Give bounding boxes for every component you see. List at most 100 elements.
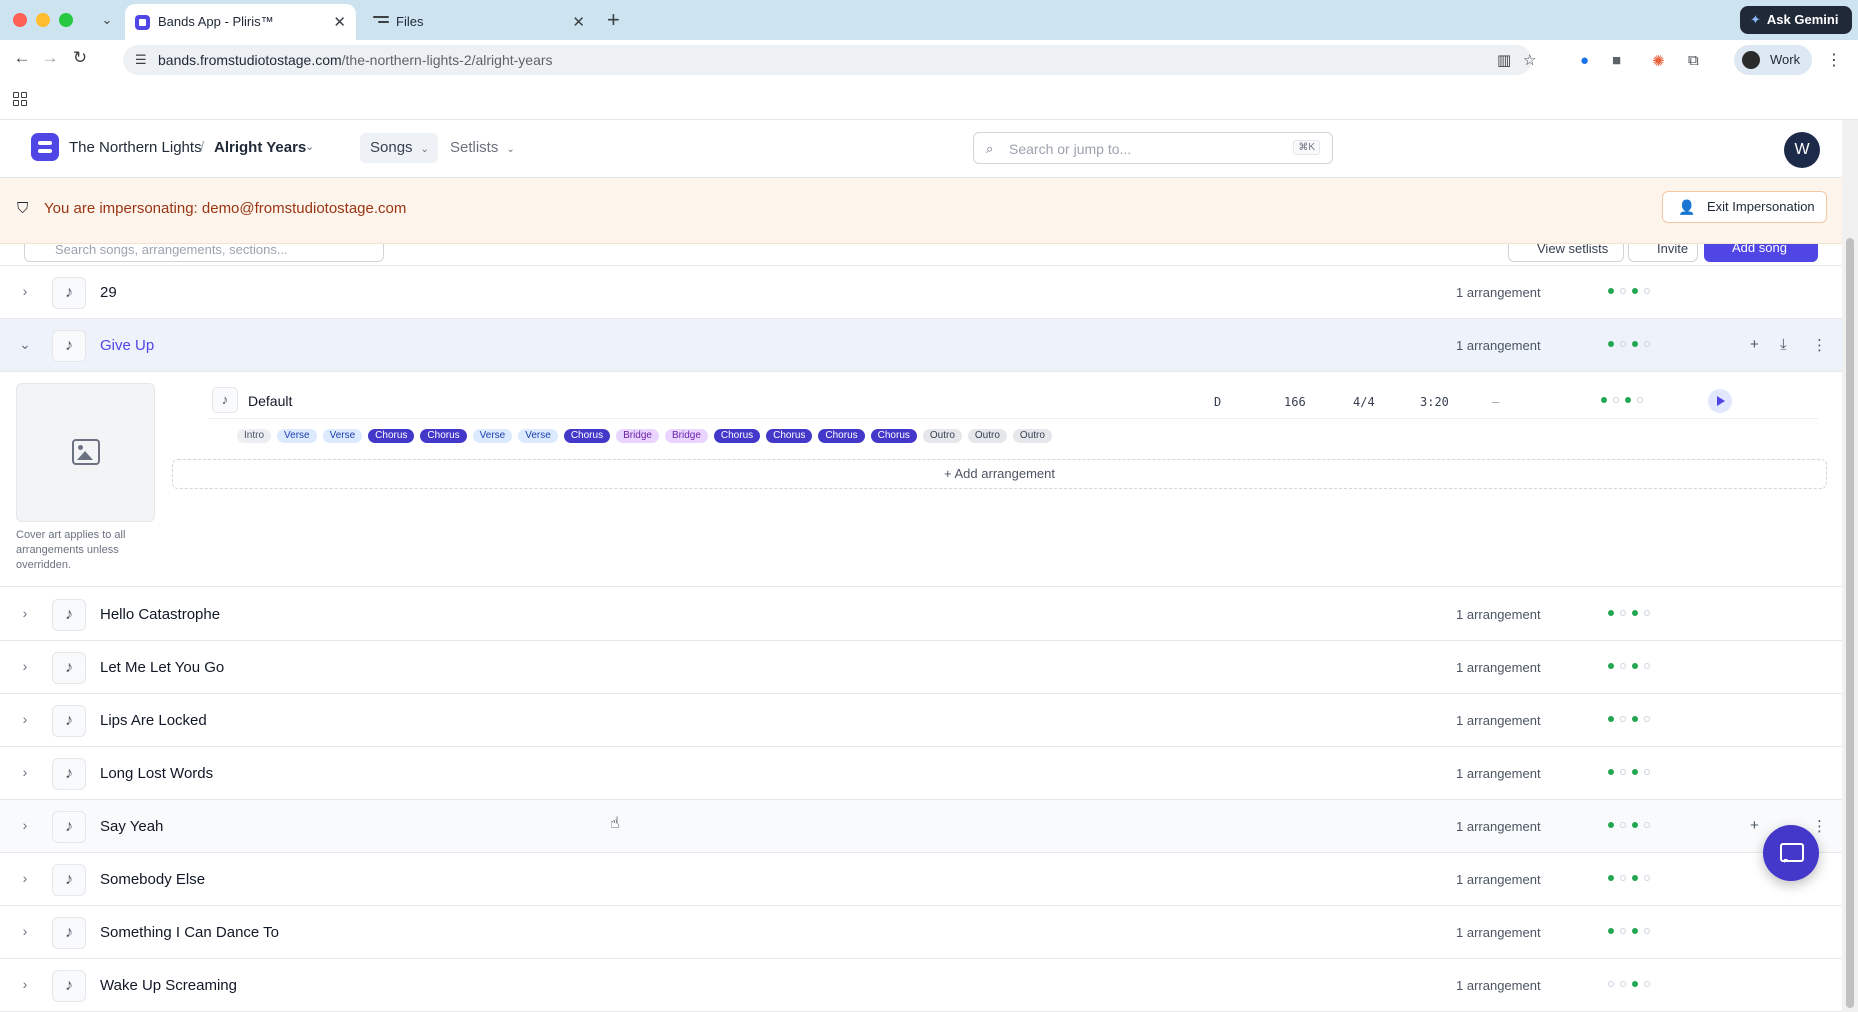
section-chip-outro[interactable]: Outro [922,429,962,443]
browser-tab-files[interactable]: Files ✕ [363,4,595,40]
nav-setlists[interactable]: Setlists ⌄ [440,133,520,163]
song-row[interactable]: › ♪ Say Yeah 1 arrangement + ⋮ [0,800,1842,853]
section-chip-chorus[interactable]: Chorus [766,429,813,443]
section-chip-verse[interactable]: Verse [518,429,558,443]
close-tab-icon[interactable]: ✕ [333,13,346,31]
new-tab-plus-icon[interactable]: + [607,7,620,33]
add-arrangement-button[interactable]: + Add arrangement [172,459,1827,489]
song-row[interactable]: › ♪ Somebody Else 1 arrangement [0,853,1842,906]
section-chip-verse[interactable]: Verse [322,429,363,443]
section-chip-outro[interactable]: Outro [1012,429,1052,443]
claude-extension-icon[interactable]: ✺ [1652,52,1665,70]
profile-chip[interactable]: Work [1734,45,1812,75]
tab-search-chevron-icon[interactable]: ⌄ [97,9,117,31]
reading-mode-icon[interactable]: ▥ [1497,51,1511,69]
song-title[interactable]: Somebody Else [100,871,205,888]
close-tab-icon[interactable]: ✕ [572,13,585,31]
chevron-right-icon[interactable]: › [17,976,33,992]
camera-extension-icon[interactable]: ■ [1612,52,1621,69]
download-icon[interactable]: ⤓ [1780,336,1787,353]
more-vertical-icon[interactable]: ⋮ [1812,817,1827,835]
status-dot-complete [1608,822,1614,828]
add-icon[interactable]: + [1750,817,1759,834]
song-title[interactable]: Lips Are Locked [100,712,207,729]
song-row[interactable]: › ♪ Lips Are Locked 1 arrangement [0,694,1842,747]
section-chip-verse[interactable]: Verse [472,429,513,443]
user-avatar[interactable]: W [1784,132,1820,168]
add-icon[interactable]: + [1750,336,1759,353]
chevron-right-icon[interactable]: › [17,764,33,780]
cover-art-dropzone[interactable] [16,383,155,522]
song-row[interactable]: › ♪ 29 1 arrangement [0,266,1842,319]
breadcrumb-band[interactable]: The Northern Lights [69,139,202,156]
app-logo-icon[interactable] [31,133,59,161]
song-title[interactable]: Long Lost Words [100,765,213,782]
chevron-right-icon[interactable]: › [17,817,33,833]
song-title[interactable]: Give Up [100,337,154,354]
song-title[interactable]: Say Yeah [100,818,163,835]
song-row-expanded[interactable]: ⌄ ♪ Give Up 1 arrangement + ⤓ ⋮ [0,319,1842,372]
section-chip-chorus[interactable]: Chorus [870,429,917,443]
exit-impersonation-button[interactable]: 👤 Exit Impersonation [1662,191,1827,223]
close-window-button[interactable] [13,13,27,27]
section-chip-verse[interactable]: Verse [277,429,317,443]
song-title[interactable]: Let Me Let You Go [100,659,224,676]
section-chip-chorus[interactable]: Chorus [563,429,611,443]
site-settings-icon[interactable]: ☰ [135,52,147,68]
view-setlists-button[interactable]: View setlists [1508,244,1624,262]
global-search-input[interactable]: ⌕ Search or jump to... ⌘K [973,132,1333,164]
chevron-right-icon[interactable]: › [17,923,33,939]
song-title[interactable]: 29 [100,284,117,301]
minimize-window-button[interactable] [36,13,50,27]
play-button[interactable] [1708,389,1732,413]
reload-icon[interactable]: ↻ [68,48,92,68]
page-scrollbar[interactable] [1842,120,1858,1012]
breadcrumb-album[interactable]: Alright Years [214,139,306,156]
add-song-button[interactable]: Add song [1704,244,1818,262]
section-chip-intro[interactable]: Intro [237,429,272,443]
chevron-right-icon[interactable]: › [17,658,33,674]
maximize-window-button[interactable] [59,13,73,27]
section-chip-bridge[interactable]: Bridge [616,429,659,443]
browser-tab-bands-app[interactable]: Bands App - Pliris™ ✕ [125,4,356,40]
nav-songs[interactable]: Songs ⌄ [360,133,438,163]
scrollbar-thumb[interactable] [1846,238,1854,1008]
chevron-right-icon[interactable]: › [17,605,33,621]
song-title[interactable]: Wake Up Screaming [100,977,237,994]
song-row[interactable]: › ♪ Something I Can Dance To 1 arrangeme… [0,906,1842,959]
chevron-right-icon[interactable]: › [17,283,33,299]
arrangement-name[interactable]: Default [248,393,292,409]
password-manager-extension-icon[interactable]: ● [1580,52,1589,69]
section-chip-chorus[interactable]: Chorus [368,429,415,443]
chat-support-button[interactable] [1763,825,1819,881]
chevron-right-icon[interactable]: › [17,711,33,727]
album-chevron-down-icon[interactable]: ⌄ [305,140,314,153]
song-row[interactable]: › ♪ Wake Up Screaming 1 arrangement [0,959,1842,1012]
bookmark-star-icon[interactable]: ☆ [1523,51,1536,69]
ask-gemini-button[interactable]: ✦ Ask Gemini [1740,6,1852,34]
song-row[interactable]: › ♪ Long Lost Words 1 arrangement [0,747,1842,800]
extensions-puzzle-icon[interactable]: ⧉ [1688,52,1699,69]
song-row[interactable]: › ♪ Let Me Let You Go 1 arrangement [0,641,1842,694]
song-title[interactable]: Hello Catastrophe [100,606,220,623]
back-arrow-icon[interactable]: ← [10,48,34,68]
section-chip-chorus[interactable]: Chorus [713,429,761,443]
arrangement-row[interactable]: ♪ Default D 166 4/4 3:20 – [208,383,1818,419]
chevron-right-icon[interactable]: › [17,870,33,886]
song-search-input[interactable]: Search songs, arrangements, sections... [24,244,384,262]
browser-menu-icon[interactable]: ⋮ [1826,50,1842,70]
address-bar[interactable]: ☰ bands.fromstudiotostage.com/the-northe… [123,45,1536,75]
arrangement-extra: – [1492,395,1500,409]
forward-arrow-icon[interactable]: → [38,48,62,68]
song-row[interactable]: › ♪ Hello Catastrophe 1 arrangement [0,588,1842,641]
section-chip-bridge[interactable]: Bridge [664,429,708,443]
chevron-down-icon[interactable]: ⌄ [17,336,33,353]
song-title[interactable]: Something I Can Dance To [100,924,279,941]
apps-grid-icon[interactable] [13,92,27,106]
tab-title: Files [396,14,424,29]
section-chip-chorus[interactable]: Chorus [420,429,467,443]
section-chip-chorus[interactable]: Chorus [818,429,865,443]
section-chip-outro[interactable]: Outro [967,429,1007,443]
invite-button[interactable]: Invite [1628,244,1698,262]
more-vertical-icon[interactable]: ⋮ [1812,336,1827,354]
